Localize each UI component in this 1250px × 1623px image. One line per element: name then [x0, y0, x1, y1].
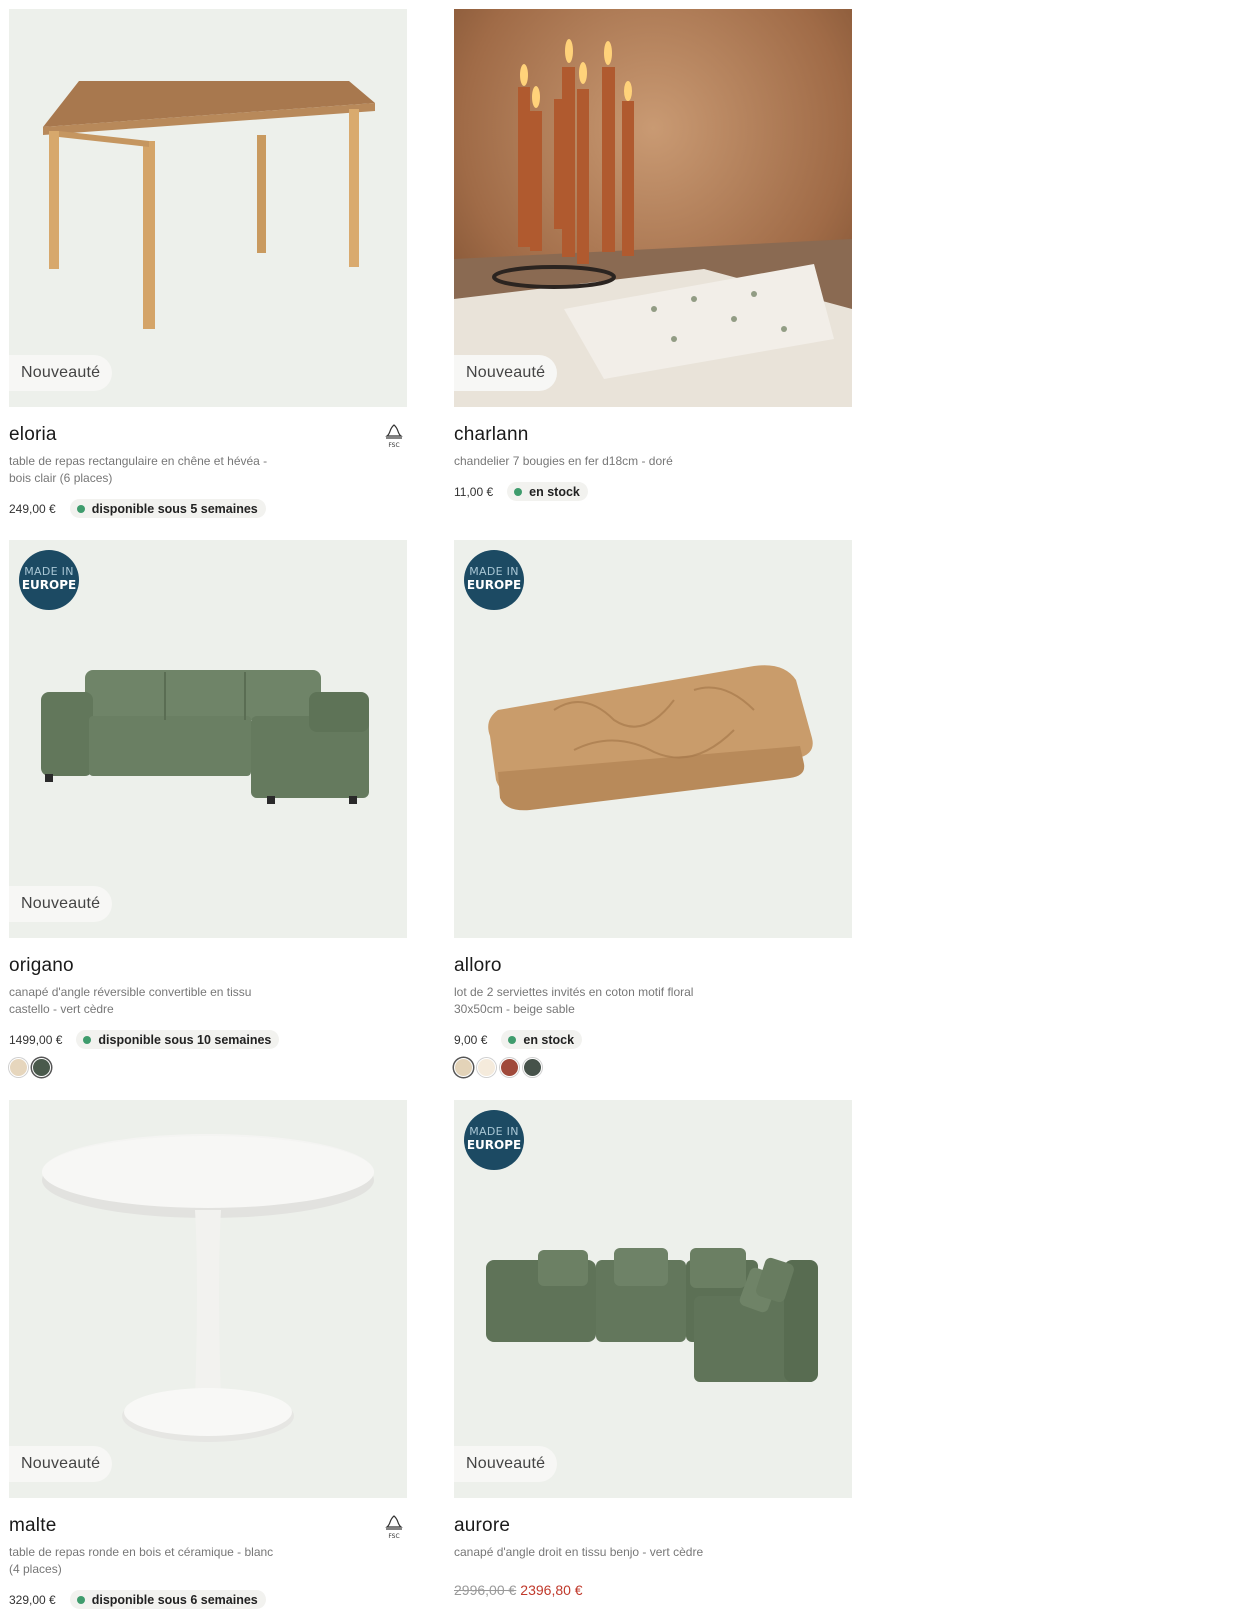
availability-text: en stock	[529, 484, 580, 499]
status-dot-icon	[83, 1035, 92, 1044]
product-image[interactable]: Nouveauté	[454, 9, 852, 407]
color-swatch[interactable]	[9, 1058, 28, 1077]
availability-badge: disponible sous 5 semaines	[69, 499, 266, 518]
product-description: lot de 2 serviettes invités en coton mot…	[454, 985, 694, 1016]
product-card-alloro[interactable]: MADE IN EUROPE alloro lot de 2 serviette…	[454, 540, 852, 1077]
fsc-icon: FSC	[385, 424, 403, 449]
color-swatches	[454, 1058, 852, 1077]
product-name[interactable]: charlann	[454, 423, 852, 447]
status-dot-icon	[514, 487, 523, 496]
product-description: canapé d'angle droit en tissu benjo - ve…	[454, 1545, 704, 1559]
product-card-origano[interactable]: MADE IN EUROPE Nouveauté origano canapé …	[9, 540, 407, 1077]
product-description: chandelier 7 bougies en fer d18cm - doré	[454, 454, 673, 468]
color-swatch-selected[interactable]	[454, 1058, 473, 1077]
product-price: 329,00 €	[9, 1592, 56, 1607]
availability-badge: disponible sous 10 semaines	[76, 1030, 280, 1049]
made-in-europe-badge: MADE IN EUROPE	[464, 1110, 524, 1170]
status-dot-icon	[76, 1595, 85, 1604]
wooden-table-icon	[43, 81, 375, 329]
product-name[interactable]: aurore	[454, 1514, 852, 1538]
new-badge: Nouveauté	[9, 355, 113, 391]
product-description: table de repas ronde en bois et céramiqu…	[9, 1545, 274, 1576]
product-name[interactable]: origano	[9, 954, 407, 978]
svg-text:FSC: FSC	[388, 1533, 399, 1540]
product-price: 9,00 €	[454, 1032, 488, 1047]
availability-text: disponible sous 6 semaines	[91, 1592, 258, 1607]
product-description: table de repas rectangulaire en chêne et…	[9, 454, 268, 485]
new-badge: Nouveauté	[454, 355, 558, 391]
product-image[interactable]: Nouveauté	[9, 9, 407, 407]
product-card-aurore[interactable]: MADE IN EUROPE Nouveauté aurore canapé d…	[454, 1100, 852, 1598]
availability-badge: en stock	[501, 1030, 583, 1049]
color-swatches	[9, 1058, 407, 1077]
product-card-eloria[interactable]: Nouveauté eloria FSC table de repas rect…	[9, 9, 407, 518]
product-name[interactable]: eloria	[9, 423, 407, 447]
availability-text: disponible sous 10 semaines	[98, 1032, 272, 1047]
new-badge: Nouveauté	[454, 1446, 558, 1482]
product-image[interactable]: MADE IN EUROPE	[454, 540, 852, 938]
product-image[interactable]: Nouveauté	[9, 1100, 407, 1498]
product-price: 11,00 €	[454, 484, 494, 499]
product-price: 249,00 €	[9, 501, 56, 516]
availability-badge: disponible sous 6 semaines	[69, 1590, 266, 1609]
product-name[interactable]: malte	[9, 1514, 407, 1538]
product-card-malte[interactable]: Nouveauté malte FSC table de repas ronde…	[9, 1100, 407, 1609]
product-card-charlann[interactable]: Nouveauté charlann chandelier 7 bougies …	[454, 9, 852, 501]
old-price: 2996,00 €	[454, 1582, 517, 1598]
product-image[interactable]: MADE IN EUROPE Nouveauté	[9, 540, 407, 938]
status-dot-icon	[508, 1035, 517, 1044]
made-in-europe-badge: MADE IN EUROPE	[464, 550, 524, 610]
color-swatch[interactable]	[500, 1058, 519, 1077]
product-price: 1499,00 €	[9, 1032, 63, 1047]
product-image[interactable]: MADE IN EUROPE Nouveauté	[454, 1100, 852, 1498]
color-swatch-selected[interactable]	[32, 1058, 51, 1077]
product-description: canapé d'angle réversible convertible en…	[9, 985, 252, 1016]
fsc-icon: FSC	[385, 1515, 403, 1540]
new-badge: Nouveauté	[9, 1446, 113, 1482]
status-dot-icon	[76, 504, 85, 513]
new-badge: Nouveauté	[9, 886, 113, 922]
product-name[interactable]: alloro	[454, 954, 852, 978]
made-in-europe-badge: MADE IN EUROPE	[19, 550, 79, 610]
availability-text: disponible sous 5 semaines	[91, 501, 258, 516]
availability-text: en stock	[523, 1032, 575, 1047]
color-swatch[interactable]	[477, 1058, 496, 1077]
round-table-icon	[42, 1134, 374, 1442]
sale-price: 2396,80 €	[520, 1582, 583, 1598]
candle-holder-icon	[454, 9, 852, 407]
svg-text:FSC: FSC	[388, 442, 399, 449]
color-swatch[interactable]	[523, 1058, 542, 1077]
availability-badge: en stock	[507, 482, 588, 501]
